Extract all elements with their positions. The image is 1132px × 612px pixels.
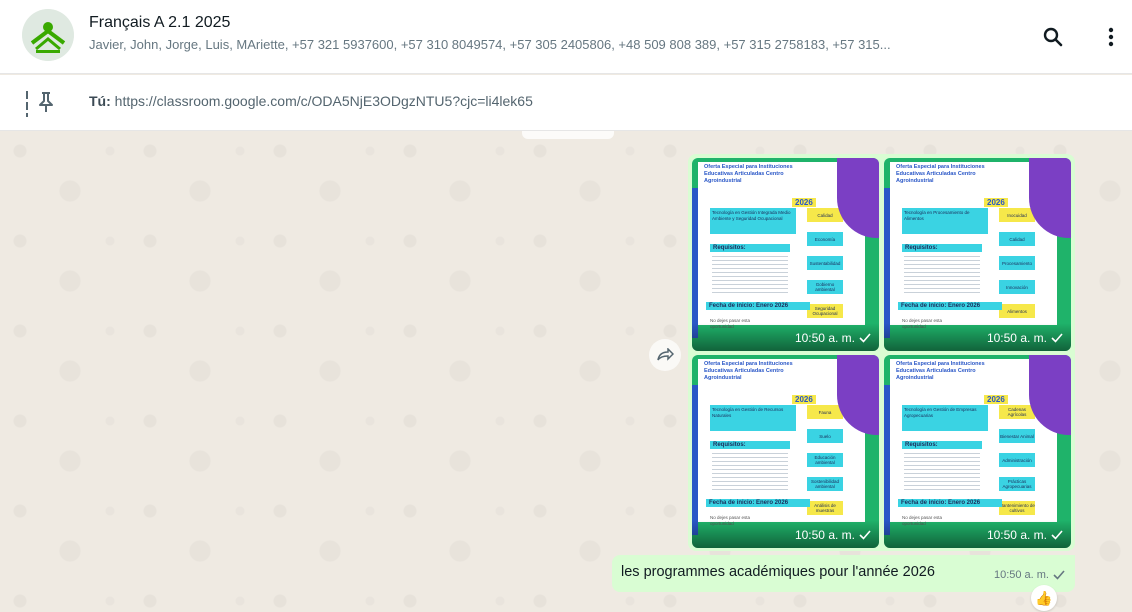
image-timestamp: 10:50 a. m. [987,528,1063,542]
poster-tag: Suelo [807,429,843,443]
sena-logo-icon [22,9,74,61]
chat-header[interactable]: Français A 2.1 2025 Javier, John, Jorge,… [0,0,1132,74]
message-meta: 10:50 a. m. [994,569,1065,581]
poster-tag: Alimentos [999,304,1035,318]
check-icon [1053,570,1065,580]
poster-tag: Economía [807,232,843,246]
timestamp-text: 10:50 a. m. [794,331,855,345]
poster-start-date: Fecha de inicio: Enero 2026 [898,499,1002,507]
poster-tag: Gobierno ambiental [807,280,843,294]
timestamp-text: 10:50 a. m. [986,331,1047,345]
poster-tag: Sostenibilidad ambiental [807,477,843,491]
poster-requirements: Requisitos: [710,441,790,449]
poster-start-date: Fecha de inicio: Enero 2026 [898,302,1002,310]
poster-tag: Procesamiento [999,256,1035,270]
poster-start-date: Fecha de inicio: Enero 2026 [706,302,810,310]
poster-tag: Administración [999,453,1035,467]
poster-tag: Calidad [807,208,843,222]
pinned-sender: Tú: [89,93,111,109]
group-avatar[interactable] [22,9,74,61]
check-icon [1051,530,1063,540]
date-divider-tab [522,131,614,139]
check-icon [1051,333,1063,343]
message-time: 10:50 a. m. [993,569,1049,581]
poster-program: Tecnología en Procesamiento de Alimentos [902,208,988,234]
forward-button[interactable] [649,339,681,371]
album-image[interactable]: Oferta Especial para Instituciones Educa… [884,158,1071,351]
message-text: les programmes académiques pour l'année … [621,564,935,580]
forward-icon [657,348,674,361]
poster-tag: Seguridad Ocupacional [807,304,843,318]
poster-title: Oferta Especial para Instituciones Educa… [704,361,793,381]
timestamp-text: 10:50 a. m. [794,528,855,542]
poster-start-date: Fecha de inicio: Enero 2026 [706,499,810,507]
poster-tag: Fauna [807,405,843,419]
poster-year: 2026 [984,198,1008,207]
check-icon [859,530,871,540]
poster-title: Oferta Especial para Instituciones Educa… [896,361,985,381]
image-timestamp: 10:50 a. m. [987,331,1063,345]
outgoing-message[interactable]: les programmes académiques pour l'année … [612,555,1075,592]
poster-title: Oferta Especial para Instituciones Educa… [704,164,793,184]
pinned-message-bar[interactable]: Tú: https://classroom.google.com/c/ODA5N… [0,75,1132,131]
poster-program: Tecnología en Gestión Integrada Medio Am… [710,208,796,234]
poster-year: 2026 [792,395,816,404]
poster-tag: Innovación [999,280,1035,294]
image-album[interactable]: Oferta Especial para Instituciones Educa… [688,154,1075,551]
poster-tag: Análisis de muestras [807,501,843,515]
poster-tag: Educación ambiental [807,453,843,467]
poster-requirements-lines [712,256,788,296]
poster-program: Tecnología en Gestión de Empresas Agrope… [902,405,988,431]
poster-program: Tecnología en Gestión de Recursos Natura… [710,405,796,431]
poster-tag: Cadenas Agrícolas [999,405,1035,419]
poster-title: Oferta Especial para Instituciones Educa… [896,164,985,184]
poster-requirements-lines [904,453,980,493]
poster-requirements: Requisitos: [710,244,790,252]
poster-requirements-lines [712,453,788,493]
pinned-message-text[interactable]: Tú: https://classroom.google.com/c/ODA5N… [89,93,533,109]
album-image[interactable]: Oferta Especial para Instituciones Educa… [692,355,879,548]
pinned-indicator [26,91,28,117]
menu-icon[interactable] [1098,24,1124,50]
pinned-link: https://classroom.google.com/c/ODA5NjE3O… [110,93,533,109]
pin-icon [36,91,56,113]
album-image[interactable]: Oferta Especial para Instituciones Educa… [692,158,879,351]
poster-year: 2026 [792,198,816,207]
check-icon [859,333,871,343]
poster-tag: Inocuidad [999,208,1035,222]
poster-year: 2026 [984,395,1008,404]
album-image[interactable]: Oferta Especial para Instituciones Educa… [884,355,1071,548]
chat-header-info[interactable]: Français A 2.1 2025 Javier, John, Jorge,… [89,13,1009,54]
poster-tag: Sustentabilidad [807,256,843,270]
chat-members: Javier, John, Jorge, Luis, MAriette, +57… [89,37,891,52]
poster-tag: Mantenimiento de cultivos [999,501,1035,515]
image-timestamp: 10:50 a. m. [795,331,871,345]
poster-requirements: Requisitos: [902,244,982,252]
timestamp-text: 10:50 a. m. [986,528,1047,542]
poster-tag: Bienestar Animal [999,429,1035,443]
chat-area[interactable]: Oferta Especial para Instituciones Educa… [0,131,1132,612]
poster-requirements-lines [904,256,980,296]
search-icon[interactable] [1040,24,1066,50]
poster-requirements: Requisitos: [902,441,982,449]
poster-tag: Calidad [999,232,1035,246]
poster-tag: Prácticas Agropecuarias [999,477,1035,491]
chat-title: Français A 2.1 2025 [89,14,231,31]
image-timestamp: 10:50 a. m. [795,528,871,542]
reaction-thumbs-up-icon[interactable]: 👍 [1031,585,1057,611]
